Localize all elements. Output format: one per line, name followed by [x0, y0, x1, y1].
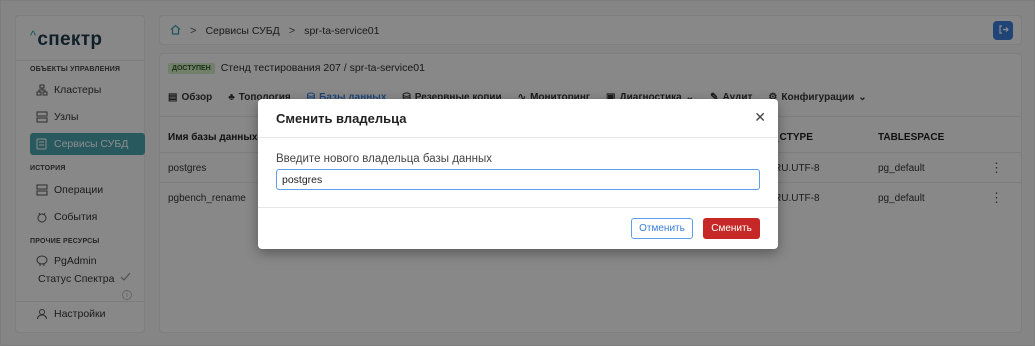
- change-owner-button[interactable]: Сменить: [703, 218, 760, 239]
- dialog-divider: [258, 137, 778, 138]
- cancel-button[interactable]: Отменить: [631, 218, 693, 239]
- owner-input[interactable]: [276, 169, 760, 190]
- dialog-title: Сменить владельца: [276, 111, 407, 126]
- dialog-divider: [258, 207, 778, 208]
- owner-field-label: Введите нового владельца базы данных: [276, 153, 493, 165]
- change-owner-dialog: Сменить владельца ✕ Введите нового владе…: [258, 99, 778, 249]
- app-window: ^спектр Объекты управления Кластеры Узлы…: [0, 0, 1035, 346]
- close-icon[interactable]: ✕: [754, 109, 766, 126]
